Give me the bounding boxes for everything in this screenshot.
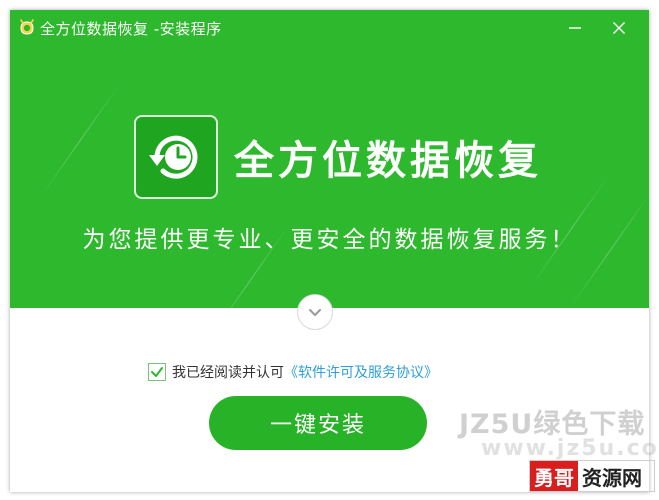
site-watermark: JZ5U绿色下载 www.jz5u.com 勇哥 资源网 xyxy=(445,402,659,500)
product-logo-row: 全方位数据恢复 xyxy=(134,114,542,200)
close-button[interactable] xyxy=(606,16,632,40)
chevron-down-icon xyxy=(309,309,321,316)
app-logo-icon xyxy=(18,19,36,37)
minimize-button[interactable] xyxy=(562,16,588,40)
checkmark-icon xyxy=(151,367,163,377)
header-banner: 全方位数据恢复 -安装程序 全方位数据恢复 为您提供更专业、更安全的数据恢复服务… xyxy=(10,10,649,308)
product-name: 全方位数据恢复 xyxy=(234,138,542,184)
watermark-badge: 勇哥 资源网 xyxy=(529,460,655,492)
watermark-badge-left: 勇哥 xyxy=(530,461,578,491)
one-click-install-button[interactable]: 一键安装 xyxy=(209,396,427,450)
expand-options-button[interactable] xyxy=(297,294,333,330)
window-title: 全方位数据恢复 -安装程序 xyxy=(40,19,222,38)
decorative-streak xyxy=(39,82,122,198)
license-agreement-link[interactable]: 《软件许可及服务协议》 xyxy=(284,362,438,382)
clock-restore-icon xyxy=(149,135,198,179)
watermark-line2: www.jz5u.com xyxy=(481,436,659,461)
agreement-text: 我已经阅读并认可 xyxy=(172,365,284,381)
agreement-checkbox[interactable] xyxy=(148,363,166,381)
agreement-row: 我已经阅读并认可 《软件许可及服务协议》 xyxy=(148,362,438,382)
watermark-badge-right: 资源网 xyxy=(578,461,646,491)
title-bar[interactable]: 全方位数据恢复 -安装程序 xyxy=(10,10,649,46)
product-logo xyxy=(134,115,218,199)
minimize-icon xyxy=(569,27,581,29)
product-slogan: 为您提供更专业、更安全的数据恢复服务！ xyxy=(82,227,577,253)
close-icon xyxy=(613,22,625,34)
